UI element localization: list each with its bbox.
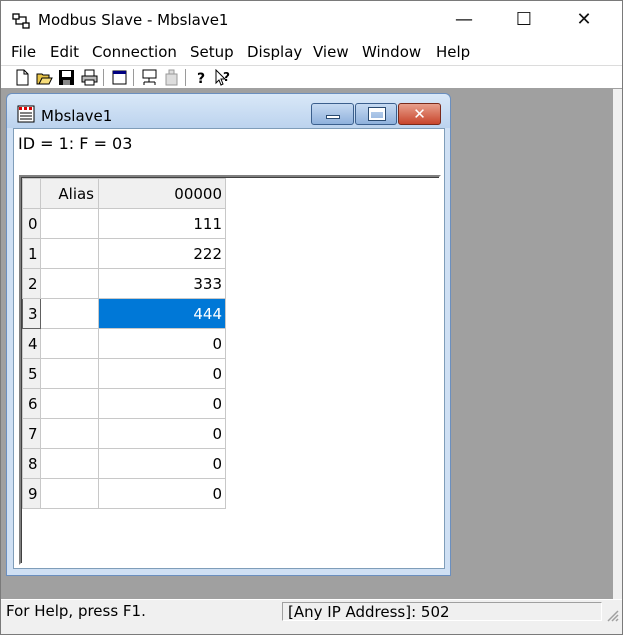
column-header-address[interactable]: 00000 <box>98 178 226 209</box>
maximize-icon <box>368 107 386 121</box>
table-row: 1 222 <box>22 238 226 269</box>
row-header[interactable]: 0 <box>22 208 41 239</box>
column-header-alias[interactable]: Alias <box>40 178 99 209</box>
child-window-title: Mbslave1 <box>41 107 113 125</box>
register-value-cell[interactable]: 333 <box>98 268 226 299</box>
menu-window[interactable]: Window <box>362 43 421 61</box>
title-bar[interactable]: Modbus Slave - Mbslave1 — ☐ ✕ <box>1 1 622 39</box>
window-title: Modbus Slave - Mbslave1 <box>38 11 229 29</box>
svg-text:?: ? <box>223 70 230 84</box>
context-help-icon[interactable]: ? <box>215 69 232 86</box>
toolbar-separator <box>103 69 105 86</box>
alias-cell[interactable] <box>40 388 99 419</box>
register-value-cell[interactable]: 0 <box>98 358 226 389</box>
table-row: 5 0 <box>22 358 226 389</box>
alias-cell[interactable] <box>40 358 99 389</box>
alias-cell[interactable] <box>40 268 99 299</box>
application-window: Modbus Slave - Mbslave1 — ☐ ✕ File Edit … <box>0 0 623 635</box>
table-row: 0 111 <box>22 208 226 239</box>
window-icon[interactable] <box>111 69 128 86</box>
table-row: 8 0 <box>22 448 226 479</box>
register-grid[interactable]: Alias 00000 0 111 1 222 2 333 3 444 4 0 … <box>19 175 441 565</box>
minimize-button[interactable]: — <box>435 1 493 39</box>
table-row: 9 0 <box>22 478 226 509</box>
document-icon <box>17 105 35 123</box>
open-icon[interactable] <box>36 69 53 86</box>
row-header[interactable]: 8 <box>22 448 41 479</box>
table-row: 2 333 <box>22 268 226 299</box>
register-value-cell[interactable]: 0 <box>98 478 226 509</box>
table-row: 6 0 <box>22 388 226 419</box>
status-address: [Any IP Address]: 502 <box>282 602 602 621</box>
child-minimize-button[interactable] <box>311 103 354 125</box>
print-icon[interactable] <box>81 69 98 86</box>
minimize-icon <box>326 115 340 119</box>
table-row: 7 0 <box>22 418 226 449</box>
row-header[interactable]: 7 <box>22 418 41 449</box>
child-title-bar[interactable]: Mbslave1 ✕ <box>7 94 450 128</box>
register-table: Alias 00000 0 111 1 222 2 333 3 444 4 0 … <box>22 178 226 509</box>
svg-text:?: ? <box>197 71 205 86</box>
table-row-selected: 3 444 <box>22 298 226 329</box>
register-value-cell[interactable]: 0 <box>98 418 226 449</box>
menu-connection[interactable]: Connection <box>92 43 177 61</box>
alias-cell[interactable] <box>40 238 99 269</box>
row-header[interactable]: 5 <box>22 358 41 389</box>
register-value-cell[interactable]: 222 <box>98 238 226 269</box>
menu-display[interactable]: Display <box>247 43 302 61</box>
row-header[interactable]: 9 <box>22 478 41 509</box>
register-value-cell[interactable]: 0 <box>98 448 226 479</box>
menu-view[interactable]: View <box>313 43 349 61</box>
child-client-area: ID = 1: F = 03 Alias 00000 0 111 1 222 2… <box>13 128 445 569</box>
slave-id-function-label: ID = 1: F = 03 <box>18 134 133 153</box>
child-maximize-button[interactable] <box>355 103 397 125</box>
menu-file[interactable]: File <box>11 43 36 61</box>
grid-corner <box>22 178 41 209</box>
alias-cell[interactable] <box>40 298 99 329</box>
status-bar: For Help, press F1. [Any IP Address]: 50… <box>1 599 622 634</box>
table-row: 4 0 <box>22 328 226 359</box>
menu-edit[interactable]: Edit <box>50 43 79 61</box>
close-icon: ✕ <box>413 105 426 123</box>
alias-cell[interactable] <box>40 328 99 359</box>
row-header[interactable]: 6 <box>22 388 41 419</box>
register-value-cell[interactable]: 111 <box>98 208 226 239</box>
maximize-button[interactable]: ☐ <box>495 1 553 39</box>
status-help-text: For Help, press F1. <box>6 602 146 620</box>
resize-grip-icon[interactable] <box>605 608 619 622</box>
register-value-cell[interactable]: 0 <box>98 388 226 419</box>
register-value-cell-selected[interactable]: 444 <box>98 298 226 329</box>
new-icon[interactable] <box>14 69 31 86</box>
close-button[interactable]: ✕ <box>555 1 613 39</box>
connect-icon[interactable] <box>141 69 158 86</box>
menu-bar: File Edit Connection Setup Display View … <box>1 39 622 65</box>
toolbar-separator <box>185 69 187 86</box>
alias-cell[interactable] <box>40 478 99 509</box>
row-header[interactable]: 4 <box>22 328 41 359</box>
disconnect-icon[interactable] <box>163 69 180 86</box>
help-icon[interactable]: ? <box>193 69 210 86</box>
row-header[interactable]: 1 <box>22 238 41 269</box>
modbus-app-icon <box>12 13 30 29</box>
alias-cell[interactable] <box>40 448 99 479</box>
toolbar: ? ? <box>1 65 622 89</box>
register-value-cell[interactable]: 0 <box>98 328 226 359</box>
menu-setup[interactable]: Setup <box>190 43 234 61</box>
alias-cell[interactable] <box>40 208 99 239</box>
row-header[interactable]: 3 <box>22 298 41 329</box>
toolbar-separator <box>133 69 135 86</box>
alias-cell[interactable] <box>40 418 99 449</box>
row-header[interactable]: 2 <box>22 268 41 299</box>
child-window[interactable]: Mbslave1 ✕ ID = 1: F = 03 Alias 00000 0 … <box>6 93 451 576</box>
mdi-edge <box>613 89 622 599</box>
child-close-button[interactable]: ✕ <box>398 103 441 125</box>
save-icon[interactable] <box>58 69 75 86</box>
menu-help[interactable]: Help <box>436 43 470 61</box>
